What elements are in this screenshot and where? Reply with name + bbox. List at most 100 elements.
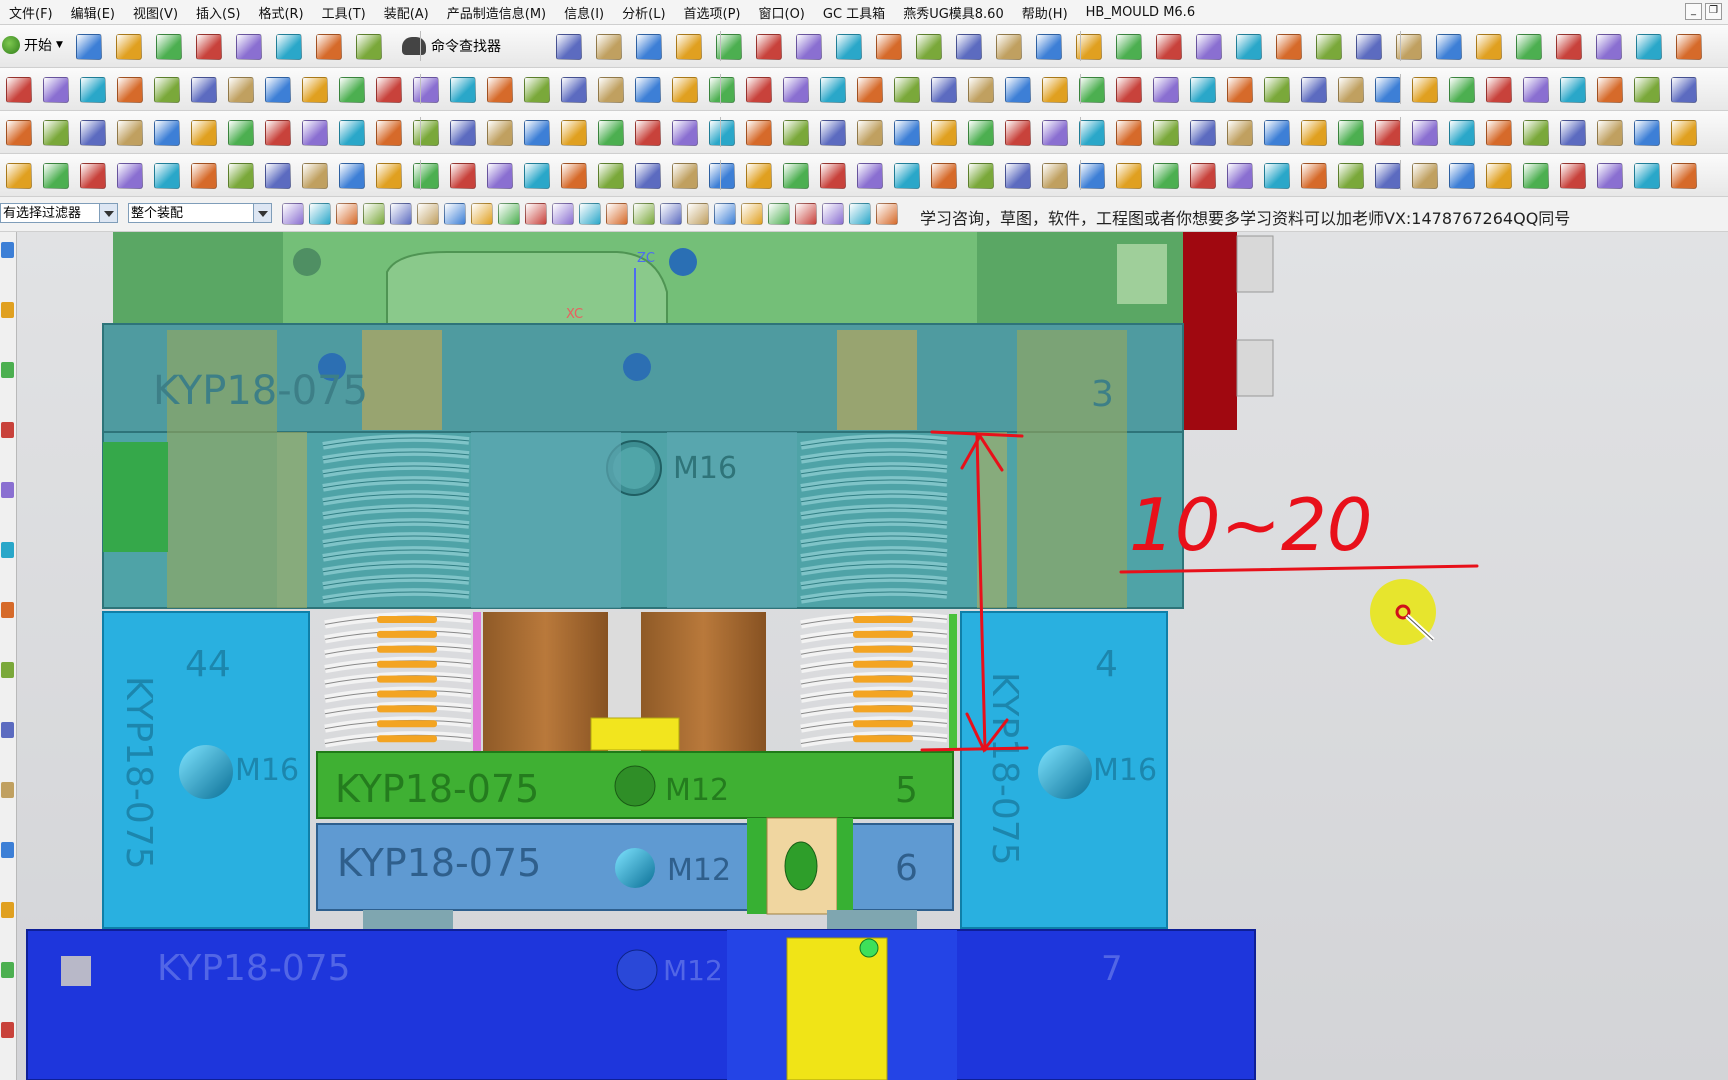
snap-tool-icon[interactable] (417, 203, 439, 225)
toolbar-tool-icon[interactable] (1301, 163, 1327, 189)
toolbar-tool-icon[interactable] (191, 77, 217, 103)
toolbar-tool-icon[interactable] (598, 120, 624, 146)
scope-select[interactable]: 整个装配 (128, 203, 272, 223)
minimize-icon[interactable]: _ (1685, 3, 1702, 20)
toolbar-tool-icon[interactable] (1523, 163, 1549, 189)
snap-tool-icon[interactable] (579, 203, 601, 225)
menu-info[interactable]: 信息(I) (555, 3, 613, 22)
toolbar-tool-icon[interactable] (1301, 77, 1327, 103)
toolbar-tool-icon[interactable] (783, 120, 809, 146)
menu-pmi[interactable]: 产品制造信息(M) (438, 3, 555, 22)
menu-format[interactable]: 格式(R) (249, 3, 312, 22)
toolbar-tool-icon[interactable] (228, 120, 254, 146)
toolbar-tool-icon[interactable] (709, 163, 735, 189)
toolbar-tool-icon[interactable] (1436, 34, 1462, 60)
toolbar-tool-icon[interactable] (1560, 163, 1586, 189)
toolbar-tool-icon[interactable] (1671, 77, 1697, 103)
toolbar-tool-icon[interactable] (43, 163, 69, 189)
command-finder-button[interactable]: 命令查找器 (402, 36, 501, 56)
toolbar-tool-icon[interactable] (228, 163, 254, 189)
toolbar-tool-icon[interactable] (450, 163, 476, 189)
menu-view[interactable]: 视图(V) (124, 3, 187, 22)
toolbar-tool-icon[interactable] (524, 163, 550, 189)
menu-yanxiu[interactable]: 燕秀UG模具8.60 (894, 3, 1013, 22)
toolbar-tool-icon[interactable] (356, 34, 382, 60)
toolbar-tool-icon[interactable] (1597, 77, 1623, 103)
toolbar-tool-icon[interactable] (117, 120, 143, 146)
toolbar-tool-icon[interactable] (746, 77, 772, 103)
toolbar-tool-icon[interactable] (1005, 163, 1031, 189)
toolbar-tool-icon[interactable] (413, 163, 439, 189)
toolbar-tool-icon[interactable] (968, 77, 994, 103)
resource-tab-icon[interactable] (1, 542, 14, 558)
toolbar-tool-icon[interactable] (1671, 120, 1697, 146)
menu-analysis[interactable]: 分析(L) (613, 3, 674, 22)
resource-tab-icon[interactable] (1, 362, 14, 378)
toolbar-tool-icon[interactable] (276, 34, 302, 60)
toolbar-tool-icon[interactable] (154, 163, 180, 189)
toolbar-tool-icon[interactable] (1449, 163, 1475, 189)
menu-edit[interactable]: 编辑(E) (62, 3, 124, 22)
toolbar-tool-icon[interactable] (1486, 120, 1512, 146)
toolbar-tool-icon[interactable] (1597, 163, 1623, 189)
snap-tool-icon[interactable] (390, 203, 412, 225)
chevron-down-icon[interactable] (99, 204, 117, 222)
toolbar-tool-icon[interactable] (76, 34, 102, 60)
snap-tool-icon[interactable] (660, 203, 682, 225)
toolbar-tool-icon[interactable] (636, 34, 662, 60)
toolbar-tool-icon[interactable] (191, 163, 217, 189)
toolbar-tool-icon[interactable] (1596, 34, 1622, 60)
resource-tab-icon[interactable] (1, 722, 14, 738)
toolbar-tool-icon[interactable] (709, 77, 735, 103)
toolbar-tool-icon[interactable] (1116, 120, 1142, 146)
restore-icon[interactable]: ❐ (1705, 3, 1722, 20)
menu-tools[interactable]: 工具(T) (313, 3, 375, 22)
resource-tab-icon[interactable] (1, 602, 14, 618)
toolbar-tool-icon[interactable] (154, 77, 180, 103)
toolbar-tool-icon[interactable] (117, 77, 143, 103)
toolbar-tool-icon[interactable] (156, 34, 182, 60)
toolbar-tool-icon[interactable] (302, 163, 328, 189)
toolbar-tool-icon[interactable] (1005, 77, 1031, 103)
toolbar-tool-icon[interactable] (1236, 34, 1262, 60)
menu-gc-toolbox[interactable]: GC 工具箱 (814, 3, 894, 22)
toolbar-tool-icon[interactable] (228, 77, 254, 103)
toolbar-tool-icon[interactable] (1227, 120, 1253, 146)
toolbar-tool-icon[interactable] (1449, 120, 1475, 146)
toolbar-tool-icon[interactable] (1042, 120, 1068, 146)
snap-tool-icon[interactable] (525, 203, 547, 225)
toolbar-tool-icon[interactable] (556, 34, 582, 60)
toolbar-tool-icon[interactable] (1597, 120, 1623, 146)
snap-tool-icon[interactable] (606, 203, 628, 225)
toolbar-tool-icon[interactable] (1412, 163, 1438, 189)
toolbar-tool-icon[interactable] (1079, 120, 1105, 146)
toolbar-tool-icon[interactable] (1156, 34, 1182, 60)
bottom-plate[interactable] (26, 910, 1256, 1080)
toolbar-tool-icon[interactable] (561, 77, 587, 103)
resource-tab-icon[interactable] (1, 782, 14, 798)
toolbar-tool-icon[interactable] (1338, 163, 1364, 189)
toolbar-tool-icon[interactable] (968, 120, 994, 146)
toolbar-tool-icon[interactable] (931, 163, 957, 189)
toolbar-tool-icon[interactable] (598, 163, 624, 189)
toolbar-tool-icon[interactable] (1356, 34, 1382, 60)
resource-tab-icon[interactable] (1, 302, 14, 318)
toolbar-tool-icon[interactable] (1523, 77, 1549, 103)
resource-tab-icon[interactable] (1, 962, 14, 978)
resource-tab-icon[interactable] (1, 422, 14, 438)
snap-tool-icon[interactable] (687, 203, 709, 225)
toolbar-tool-icon[interactable] (1560, 77, 1586, 103)
toolbar-tool-icon[interactable] (154, 120, 180, 146)
graphics-viewport[interactable]: ZC XC KYP18-075 3 M16 44 4 M16 M16 KYP18… (17, 232, 1728, 1080)
toolbar-tool-icon[interactable] (1153, 120, 1179, 146)
chevron-down-icon[interactable] (253, 204, 271, 222)
resource-tab-icon[interactable] (1, 902, 14, 918)
toolbar-tool-icon[interactable] (894, 163, 920, 189)
toolbar-tool-icon[interactable] (1560, 120, 1586, 146)
snap-tool-icon[interactable] (849, 203, 871, 225)
toolbar-tool-icon[interactable] (894, 77, 920, 103)
toolbar-tool-icon[interactable] (1190, 120, 1216, 146)
toolbar-tool-icon[interactable] (756, 34, 782, 60)
toolbar-tool-icon[interactable] (376, 120, 402, 146)
snap-tool-icon[interactable] (444, 203, 466, 225)
